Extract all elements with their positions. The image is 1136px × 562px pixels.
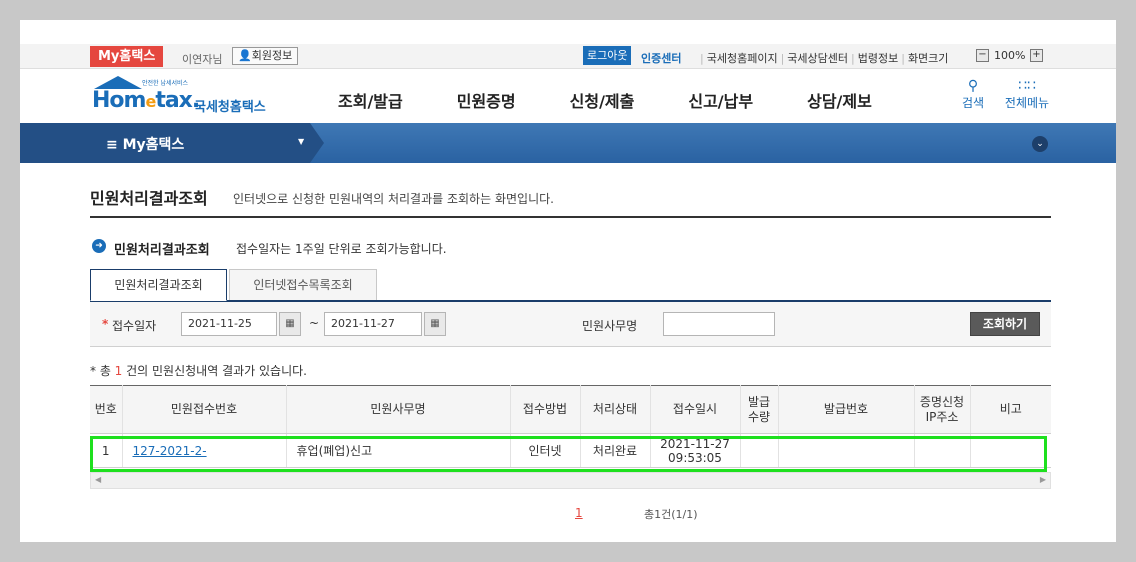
global-nav: 조회/발급 민원증명 신청/제출 신고/납부 상담/제보	[338, 88, 926, 112]
result-prefix: * 총	[90, 364, 115, 378]
arrow-right-circle-icon: ➜	[92, 239, 106, 253]
gnb-inquiry-issue[interactable]: 조회/발급	[338, 88, 403, 112]
sub-nav-band: ≡ My홈택스 ▼ ⌄	[20, 123, 1116, 163]
hometax-logo[interactable]: 안전한 납세서비스 Hometax. 국세청홈택스	[90, 76, 280, 120]
all-menu-label: 전체메뉴	[1004, 96, 1050, 110]
calendar-icon[interactable]: ▦	[424, 312, 446, 336]
table-row[interactable]: 1 127-2021-2- 휴업(폐업)신고 인터넷 처리완료 2021-11-…	[90, 433, 1051, 468]
cell-work-name: 휴업(폐업)신고	[286, 433, 511, 468]
sub-nav-title[interactable]: ≡ My홈택스	[106, 134, 184, 154]
grid-menu-icon: ∷∷	[1018, 78, 1036, 94]
col-header-work-name: 민원사무명	[286, 385, 511, 434]
logo-home: Hom	[92, 88, 146, 113]
zoom-value: 100%	[994, 49, 1026, 62]
work-name-label: 민원사무명	[582, 319, 638, 333]
cell-issue-qty	[740, 433, 779, 468]
cell-issue-no	[778, 433, 915, 468]
section-description: 접수일자는 1주일 단위로 조회가능합니다.	[236, 242, 447, 256]
page-description: 인터넷으로 신청한 민원내역의 처리결과를 조회하는 화면입니다.	[233, 192, 554, 206]
cell-note	[970, 433, 1051, 468]
law-info-link[interactable]: 법령정보	[855, 52, 901, 65]
col-header-method: 접수방법	[510, 385, 581, 434]
scroll-right-icon[interactable]: ▶	[1040, 475, 1046, 484]
table-header-row: 번호 민원접수번호 민원사무명 접수방법 처리상태 접수일시 발급 수량 발급번…	[90, 385, 1051, 434]
logo-tax: tax.	[155, 88, 200, 113]
work-name-input[interactable]	[663, 312, 775, 336]
tab-internet-receipt-list[interactable]: 인터넷접수목록조회	[229, 269, 377, 301]
top-utility-bar: My홈택스 이연자님 👤회원정보 로그아웃 인증센터 | 국세청홈페이지 | 국세상담…	[20, 44, 1116, 69]
search-icon: ⚲	[967, 78, 979, 94]
col-header-received-at: 접수일시	[650, 385, 741, 434]
cell-receipt-no: 127-2021-2-	[122, 433, 287, 468]
nts-counsel-link[interactable]: 국세상담센터	[784, 52, 851, 65]
col-header-no: 번호	[90, 385, 123, 434]
nts-homepage-link[interactable]: 국세청홈페이지	[704, 52, 781, 65]
col-header-ip: 증명신청 IP주소	[914, 385, 971, 434]
logo-e: e	[145, 92, 156, 111]
received-date: 2021-11-27	[660, 436, 730, 451]
logout-button[interactable]: 로그아웃	[583, 46, 632, 65]
date-from-input[interactable]: 2021-11-25	[181, 312, 277, 336]
receipt-no-link[interactable]: 127-2021-2-	[133, 444, 207, 458]
receipt-date-label: 접수일자	[112, 319, 157, 333]
page: My홈택스 이연자님 👤회원정보 로그아웃 인증센터 | 국세청홈페이지 | 국세상담…	[20, 20, 1116, 542]
date-range-separator: ~	[309, 316, 320, 330]
gnb-certificate[interactable]: 민원증명	[457, 88, 516, 112]
calendar-icon[interactable]: ▦	[279, 312, 301, 336]
header: 안전한 납세서비스 Hometax. 국세청홈택스 조회/발급 민원증명 신청/제출…	[20, 70, 1116, 122]
cell-ip	[914, 433, 971, 468]
required-mark: *	[102, 317, 109, 331]
dropdown-triangle-icon[interactable]: ▼	[298, 137, 304, 146]
result-count: * 총 1 건의 민원신청내역 결과가 있습니다.	[90, 362, 307, 379]
col-header-issue-qty: 발급 수량	[740, 385, 779, 434]
zoom-in-button[interactable]: +	[1030, 49, 1043, 62]
zoom-out-button[interactable]: −	[976, 49, 989, 62]
gnb-report-pay[interactable]: 신고/납부	[688, 88, 753, 112]
pager-page-1[interactable]: 1	[575, 506, 583, 520]
result-suffix: 건의 민원신청내역 결과가 있습니다.	[122, 364, 307, 378]
scroll-left-icon[interactable]: ◀	[95, 475, 101, 484]
all-menu-button[interactable]: ∷∷ 전체메뉴	[1002, 78, 1052, 111]
page-title: 민원처리결과조회	[90, 189, 208, 208]
search-form: * 접수일자 2021-11-25 ▦ ~ 2021-11-27 ▦ 민원사무명…	[90, 302, 1051, 347]
cell-method: 인터넷	[510, 433, 581, 468]
sub-nav-arrow	[310, 123, 324, 163]
search-button[interactable]: ⚲ 검색	[958, 78, 988, 111]
col-header-receipt-no: 민원접수번호	[122, 385, 287, 434]
section-title: 민원처리결과조회	[114, 243, 210, 258]
my-hometax-badge[interactable]: My홈택스	[90, 46, 164, 67]
logo-tagline: 안전한 납세서비스	[142, 80, 189, 87]
col-header-issue-no: 발급번호	[778, 385, 915, 434]
person-icon: 👤	[238, 49, 252, 62]
pager-total: 총1건(1/1)	[644, 508, 698, 521]
logo-korean-name: 국세청홈택스	[194, 100, 266, 115]
received-time: 09:53:05	[668, 450, 722, 465]
date-to-input[interactable]: 2021-11-27	[324, 312, 422, 336]
logo-wordmark: Hometax.	[92, 88, 200, 113]
col-header-note: 비고	[970, 385, 1051, 434]
cert-center-link[interactable]: 인증센터	[641, 50, 681, 66]
cell-no: 1	[90, 433, 123, 468]
utility-links: | 국세청홈페이지 | 국세상담센터 | 법령정보 | 화면크기	[700, 50, 951, 66]
member-info-button[interactable]: 👤회원정보	[232, 47, 299, 65]
screen-size-label: 화면크기	[907, 52, 949, 65]
cell-status: 처리완료	[580, 433, 651, 468]
horizontal-scrollbar[interactable]: ◀ ▶	[90, 472, 1051, 489]
chevron-down-icon[interactable]: ⌄	[1032, 136, 1048, 152]
col-header-status: 처리상태	[580, 385, 651, 434]
user-name: 이연자님	[182, 53, 223, 66]
search-label: 검색	[961, 96, 985, 110]
query-button[interactable]: 조회하기	[970, 312, 1040, 336]
result-table: 번호 민원접수번호 민원사무명 접수방법 처리상태 접수일시 발급 수량 발급번…	[90, 385, 1051, 468]
cell-received-at: 2021-11-27 09:53:05	[650, 433, 741, 468]
gnb-counsel[interactable]: 상담/제보	[807, 88, 872, 112]
member-info-label: 회원정보	[251, 49, 293, 62]
gnb-apply-submit[interactable]: 신청/제출	[570, 88, 635, 112]
tab-result-inquiry[interactable]: 민원처리결과조회	[90, 269, 227, 301]
title-divider	[90, 216, 1051, 218]
